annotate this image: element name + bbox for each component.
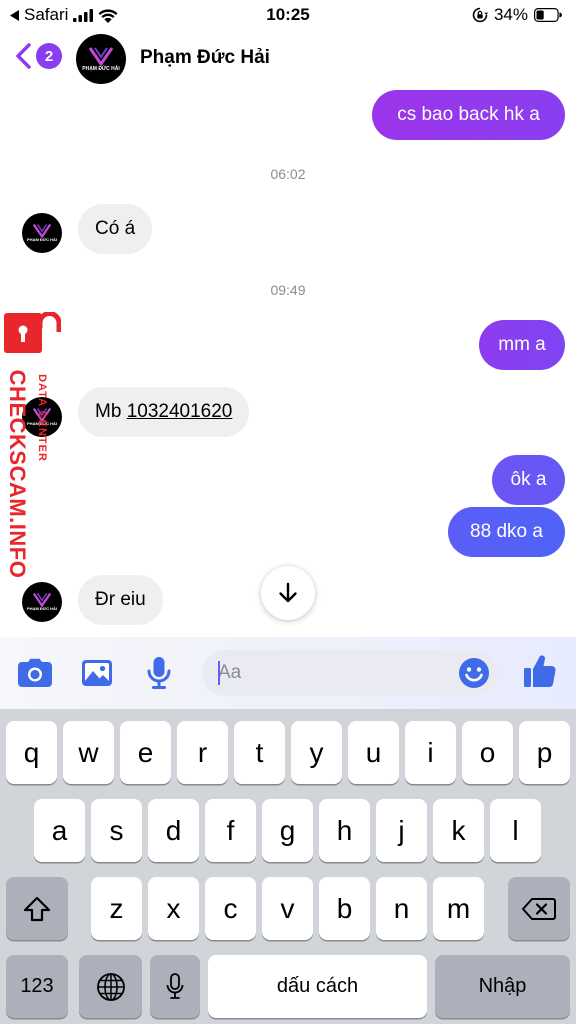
key-a[interactable]: a [34,799,85,862]
chat-header: 2 PHẠM ĐỨC HẢI Phạm Đức Hải [0,30,576,88]
key-v[interactable]: v [262,877,313,940]
message-bubble-outgoing[interactable]: cs bao back hk a [372,90,565,140]
watermark-sub: DATA CENTER [32,362,52,474]
emoji-icon [459,658,489,688]
message-timestamp: 06:02 [270,166,306,182]
globe-key[interactable] [79,955,142,1018]
key-b[interactable]: b [319,877,370,940]
keyboard: q w e r t y u i o p a s d f g h j k l z … [0,709,576,1024]
key-z[interactable]: z [91,877,142,940]
key-x[interactable]: x [148,877,199,940]
like-button[interactable] [522,653,558,689]
backspace-icon [522,897,556,920]
key-q[interactable]: q [6,721,57,784]
return-key[interactable]: Nhập [435,955,570,1018]
voice-button[interactable] [141,655,177,691]
status-bar: Safari 10:25 34% [0,0,576,30]
space-key[interactable]: dấu cách [208,955,427,1018]
key-f[interactable]: f [205,799,256,862]
key-t[interactable]: t [234,721,285,784]
mic-icon [147,657,171,689]
key-o[interactable]: o [462,721,513,784]
contact-name[interactable]: Phạm Đức Hải [140,47,270,69]
key-j[interactable]: j [376,799,427,862]
key-i[interactable]: i [405,721,456,784]
backspace-key[interactable] [508,877,570,940]
key-n[interactable]: n [376,877,427,940]
message-bubble-outgoing[interactable]: ôk a [492,455,565,505]
battery-icon [534,8,562,22]
battery-percent: 34% [493,5,528,24]
messenger-chat-screen: Safari 10:25 34% 2 PHẠM ĐỨC HẢI Phạm Đức… [0,0,576,1024]
text-caret [218,661,220,685]
key-w[interactable]: w [63,721,114,784]
watermark-site-text: CHECKSCAM.INFO [5,369,30,579]
numbers-key[interactable]: 123 [6,955,68,1018]
shift-icon [23,896,51,921]
back-chevron-icon [16,43,31,69]
message-prefix: Mb [95,401,122,422]
back-button[interactable]: 2 [14,42,62,70]
camera-icon [18,658,52,687]
sender-avatar[interactable]: PHẠM ĐỨC HẢI [22,213,62,253]
key-u[interactable]: u [348,721,399,784]
key-k[interactable]: k [433,799,484,862]
avatar-logo-icon [32,592,52,608]
camera-button[interactable] [17,655,53,691]
message-bubble-incoming[interactable]: Đr eiu [78,575,163,625]
like-icon [524,655,556,688]
lock-icon [4,312,61,353]
message-timestamp: 09:49 [270,282,306,298]
key-c[interactable]: c [205,877,256,940]
message-bubble-incoming[interactable]: Mb 1032401620 [78,387,250,437]
globe-icon [96,972,125,1001]
key-r[interactable]: r [177,721,228,784]
message-bubble-outgoing[interactable]: mm a [479,320,565,370]
message-composer [0,637,576,709]
message-input-container[interactable] [202,650,498,696]
key-g[interactable]: g [262,799,313,862]
key-e[interactable]: e [120,721,171,784]
key-p[interactable]: p [519,721,570,784]
contact-avatar[interactable]: PHẠM ĐỨC HẢI [76,34,126,84]
shift-key[interactable] [6,877,68,940]
image-icon [82,660,112,686]
avatar-name-text: PHẠM ĐỨC HẢI [27,237,57,243]
key-s[interactable]: s [91,799,142,862]
key-y[interactable]: y [291,721,342,784]
dictation-key[interactable] [150,955,200,1018]
emoji-button[interactable] [458,657,490,689]
key-l[interactable]: l [490,799,541,862]
dictation-icon [166,972,184,999]
gallery-button[interactable] [79,655,115,691]
key-m[interactable]: m [433,877,484,940]
scroll-to-bottom-button[interactable] [261,566,315,620]
rotation-lock-icon [472,7,488,23]
watermark-sub-text: DATA CENTER [36,374,48,462]
status-right: 34% [472,5,562,25]
unread-count-badge: 2 [36,43,62,69]
message-bubble-outgoing[interactable]: 88 dko a [448,507,565,557]
message-bubble-incoming[interactable]: Có á [78,204,153,254]
phone-number-link[interactable]: 1032401620 [127,401,233,423]
key-h[interactable]: h [319,799,370,862]
message-input[interactable] [218,650,448,696]
avatar-name-text: PHẠM ĐỨC HẢI [82,66,120,72]
sender-avatar[interactable]: PHẠM ĐỨC HẢI [22,582,62,622]
arrow-down-icon [279,582,297,603]
key-d[interactable]: d [148,799,199,862]
avatar-logo-icon [88,47,114,66]
avatar-name-text: PHẠM ĐỨC HẢI [27,606,57,612]
avatar-logo-icon [32,223,52,239]
watermark-site: CHECKSCAM.INFO [3,362,31,587]
